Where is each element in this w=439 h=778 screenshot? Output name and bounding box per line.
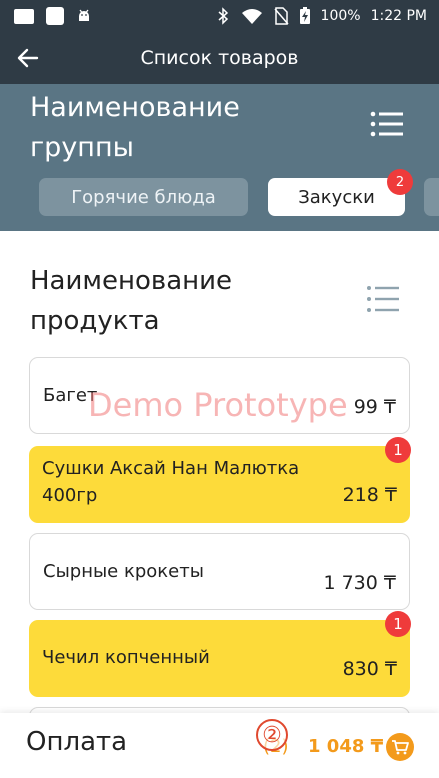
tab-next-partial[interactable] — [424, 178, 439, 216]
status-bar: 100% 1:22 PM — [0, 0, 439, 32]
back-button[interactable] — [0, 32, 56, 84]
cart-total: 1 048 ₸ — [308, 736, 384, 757]
product-card[interactable]: Сырные крокеты 1 730 ₸ — [29, 533, 410, 610]
wifi-icon — [241, 9, 262, 24]
battery-percent: 100% — [320, 8, 361, 24]
product-price: 218 ₸ — [342, 484, 397, 506]
image-icon — [46, 7, 64, 25]
product-price: 99 ₸ — [353, 396, 396, 418]
product-name: Чечил копченный — [42, 647, 210, 668]
android-icon — [79, 9, 89, 21]
no-sim-icon — [273, 7, 289, 25]
bluetooth-icon — [218, 7, 228, 25]
payment-bar[interactable]: Оплата (2) 1 048 ₸ — [0, 713, 439, 778]
payment-label: Оплата — [26, 727, 128, 757]
tab-snacks[interactable]: Закуски — [268, 178, 405, 216]
tab-badge: 2 — [387, 169, 413, 195]
group-title: Наименование группы — [30, 92, 240, 163]
status-time: 1:22 PM — [370, 8, 427, 24]
tab-hot-dishes[interactable]: Горячие блюда — [39, 178, 248, 216]
group-list-icon[interactable] — [366, 106, 406, 142]
product-section-title: Наименование продукта — [30, 266, 233, 336]
step-marker: ② — [256, 719, 288, 751]
app-bar: Список товаров — [0, 32, 439, 84]
product-price: 830 ₸ — [342, 658, 397, 680]
arrow-left-icon — [17, 48, 39, 68]
product-card[interactable]: Чечил копченный 830 ₸ 1 — [29, 611, 411, 697]
product-name: Сушки Аксай Нан Малютка 400гр — [42, 458, 300, 506]
product-card[interactable]: Сушки Аксай Нан Малютка 400гр 218 ₸ 1 — [29, 437, 411, 523]
group-tabs: Горячие блюда Закуски — [0, 178, 439, 218]
page-title: Список товаров — [140, 47, 299, 69]
quantity-badge: 1 — [385, 611, 411, 637]
product-card[interactable]: Багет 99 ₸ — [29, 357, 410, 434]
cart-button[interactable] — [386, 733, 414, 761]
group-header: Наименование группы Горячие блюда Закуск… — [0, 84, 439, 231]
quantity-badge: 1 — [385, 437, 411, 463]
product-price: 1 730 ₸ — [323, 572, 396, 594]
cart-icon — [392, 740, 409, 755]
product-name: Сырные крокеты — [43, 561, 204, 582]
message-icon — [14, 8, 34, 24]
product-name: Багет — [43, 385, 98, 406]
product-list-icon[interactable] — [362, 282, 402, 318]
battery-icon — [299, 7, 310, 24]
